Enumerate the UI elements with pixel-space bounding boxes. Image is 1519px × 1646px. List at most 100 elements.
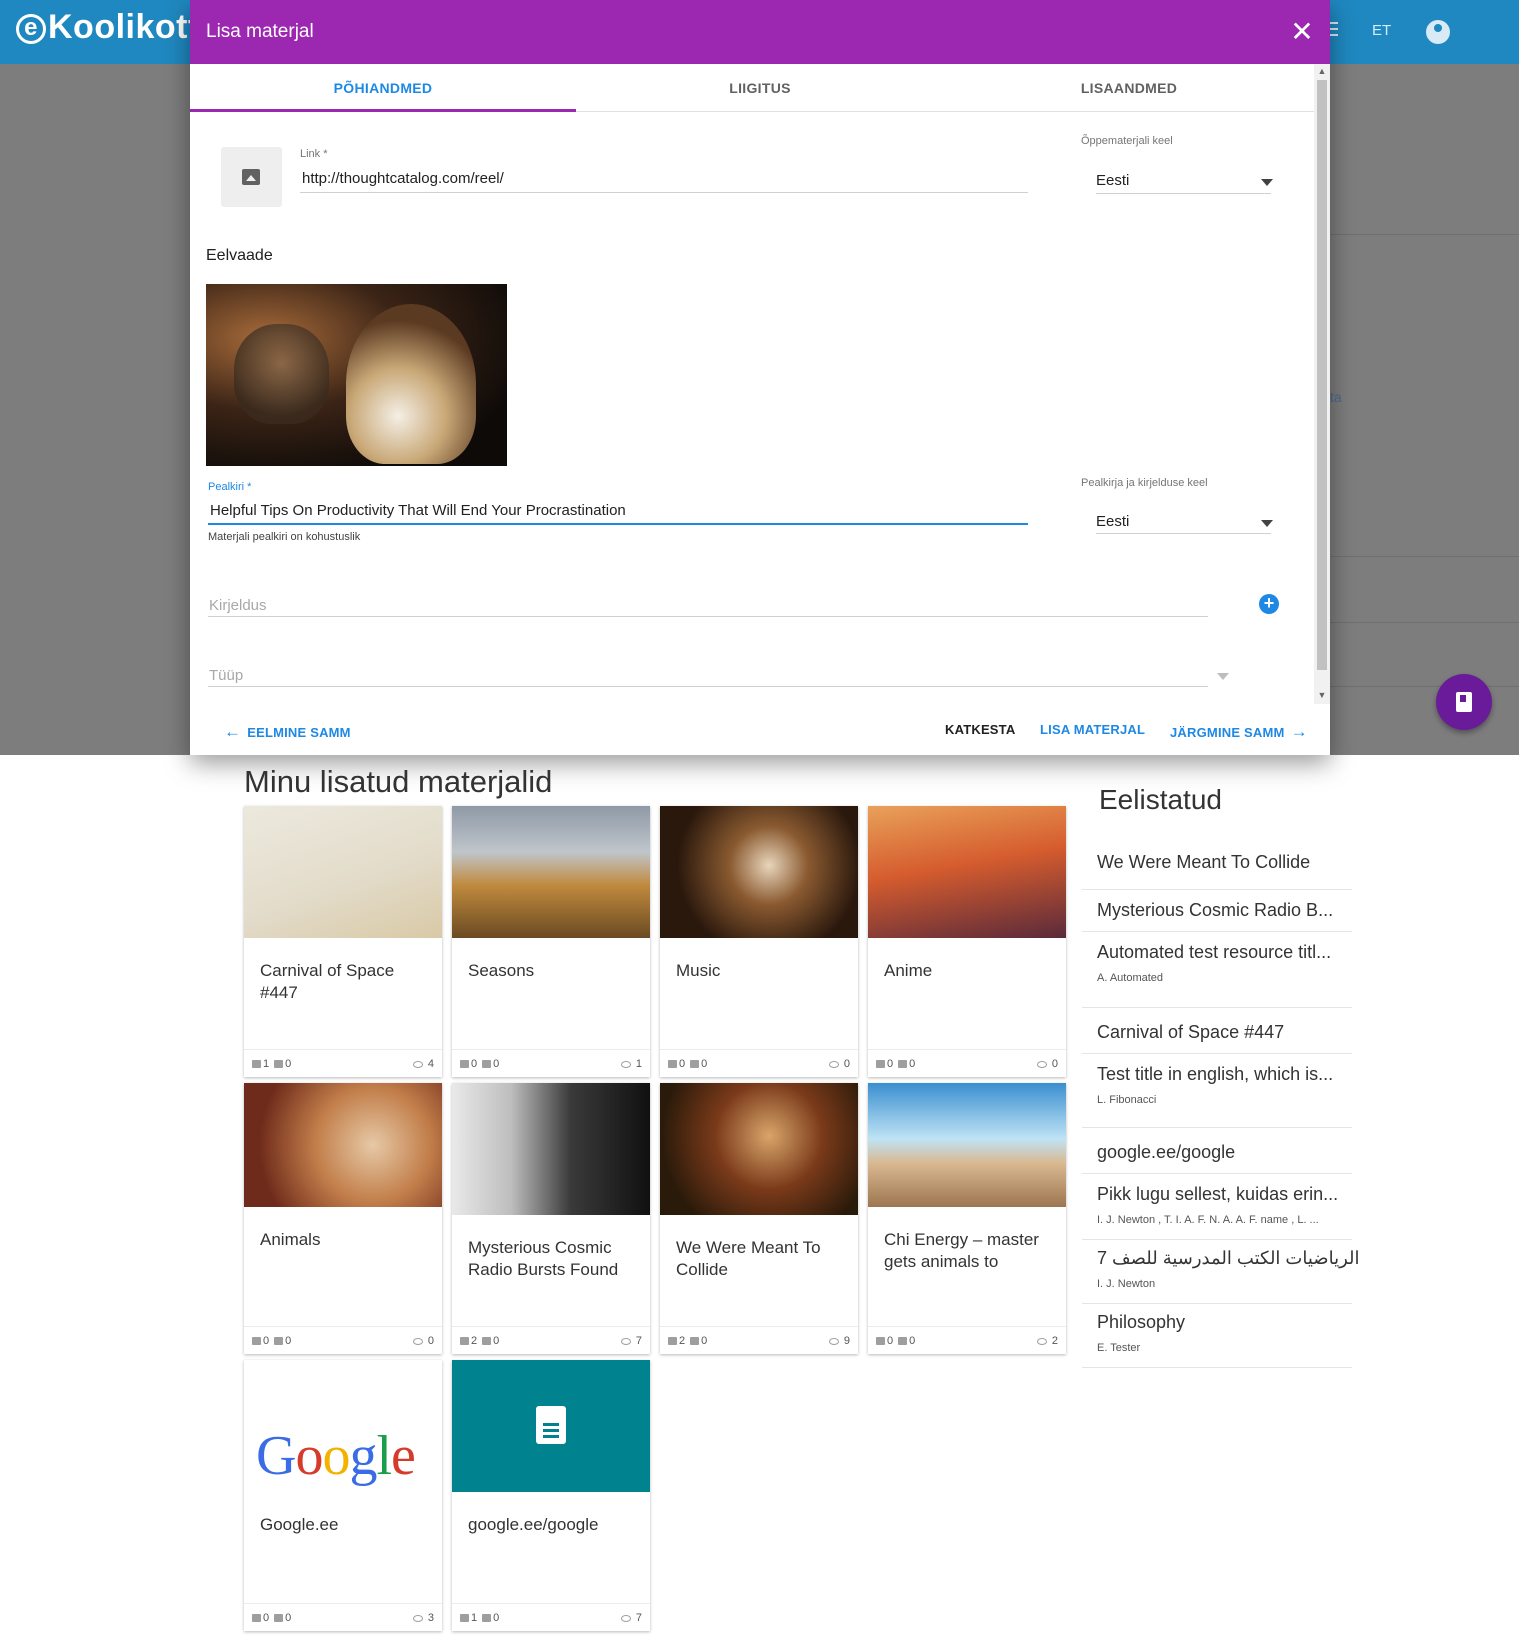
scroll-thumb[interactable] (1317, 80, 1327, 670)
thumb-down-icon[interactable] (274, 1060, 284, 1068)
material-language-select[interactable]: Eesti (1096, 172, 1129, 189)
dropdown-arrow-icon[interactable] (1261, 520, 1273, 527)
thumb-up-icon[interactable] (460, 1337, 469, 1345)
eye-icon (620, 1061, 631, 1068)
close-icon[interactable]: ✕ (1286, 16, 1318, 48)
add-circle-icon[interactable]: + (1259, 594, 1279, 614)
title-language-label: Pealkirja ja kirjelduse keel (1081, 477, 1208, 489)
add-material-fab[interactable] (1436, 674, 1492, 730)
card-thumbnail (660, 806, 858, 938)
thumb-down-icon[interactable] (482, 1060, 492, 1068)
thumb-down-icon[interactable] (482, 1614, 492, 1622)
view-count: 0 (1051, 1058, 1058, 1070)
card-title[interactable]: Music (676, 960, 846, 982)
thumb-down-icon[interactable] (898, 1060, 908, 1068)
thumb-down-icon[interactable] (274, 1614, 284, 1622)
favorite-item[interactable]: Pikk lugu sellest, kuidas erin... I. J. N… (1082, 1180, 1352, 1240)
eye-icon (1036, 1061, 1047, 1068)
add-material-button[interactable]: LISA MATERJAL (1040, 722, 1145, 737)
tab-liigitus[interactable]: LIIGITUS (576, 64, 944, 112)
favorite-item[interactable]: Philosophy E. Tester (1082, 1308, 1352, 1368)
book-icon (1456, 692, 1472, 712)
card-title[interactable]: Mysterious Cosmic Radio Bursts Found (468, 1237, 638, 1281)
thumb-down-icon[interactable] (482, 1337, 492, 1345)
favorite-title: Test title in english, which is... (1097, 1064, 1334, 1084)
thumb-down-icon[interactable] (690, 1337, 700, 1345)
title-language-select[interactable]: Eesti (1096, 513, 1129, 530)
view-count: 4 (427, 1058, 434, 1070)
card-footer: 0 0 0 (868, 1049, 1066, 1077)
dialog-scrollbar[interactable]: ▲ ▼ (1314, 64, 1330, 704)
thumb-up-icon[interactable] (252, 1060, 261, 1068)
card-footer: 0 0 1 (452, 1049, 650, 1077)
material-card[interactable]: google.ee/google 1 0 7 (452, 1360, 650, 1631)
view-count: 1 (635, 1058, 642, 1070)
thumb-down-icon[interactable] (690, 1060, 700, 1068)
language-selector[interactable]: ET (1372, 22, 1391, 39)
thumb-down-icon[interactable] (898, 1337, 908, 1345)
description-input[interactable]: Kirjeldus (209, 597, 267, 614)
favorite-item[interactable]: We Were Meant To Collide (1082, 838, 1352, 890)
eye-icon (620, 1615, 631, 1622)
favorite-authors: L. Fibonacci (1097, 1094, 1157, 1106)
card-title[interactable]: Anime (884, 960, 1054, 982)
scroll-up-icon[interactable]: ▲ (1317, 66, 1327, 76)
thumb-up-icon[interactable] (668, 1337, 677, 1345)
next-step-button[interactable]: JÄRGMINE SAMM → (1170, 722, 1308, 742)
thumb-up-icon[interactable] (668, 1060, 677, 1068)
account-icon[interactable] (1426, 20, 1450, 44)
favorite-item[interactable]: الرياضيات الكتب المدرسية للصف 7 I. J. New… (1082, 1244, 1360, 1304)
thumb-down-icon[interactable] (274, 1337, 284, 1345)
next-step-label: JÄRGMINE SAMM (1170, 725, 1285, 740)
cancel-button[interactable]: KATKESTA (945, 722, 1015, 737)
favorite-title: Carnival of Space #447 (1097, 1022, 1285, 1042)
card-title[interactable]: Seasons (468, 960, 638, 982)
thumb-up-icon[interactable] (876, 1060, 885, 1068)
material-card[interactable]: Chi Energy – master gets animals to 0 0 2 (868, 1083, 1066, 1354)
card-title[interactable]: We Were Meant To Collide (676, 1237, 846, 1281)
favorite-item[interactable]: google.ee/google (1082, 1138, 1352, 1174)
tab-indicator (190, 109, 576, 112)
arrow-forward-icon: → (1290, 722, 1308, 741)
dropdown-arrow-icon[interactable] (1261, 179, 1273, 186)
material-card[interactable]: Animals 0 0 0 (244, 1083, 442, 1354)
dropdown-arrow-icon[interactable] (1217, 673, 1229, 680)
material-card[interactable]: We Were Meant To Collide 2 0 9 (660, 1083, 858, 1354)
favorite-item[interactable]: Carnival of Space #447 (1082, 1018, 1352, 1054)
favorite-item[interactable]: Test title in english, which is... L. Fib… (1082, 1060, 1352, 1128)
card-title[interactable]: Carnival of Space #447 (260, 960, 430, 1004)
thumb-up-icon[interactable] (876, 1337, 885, 1345)
material-card[interactable]: Anime 0 0 0 (868, 806, 1066, 1077)
dislike-count: 0 (909, 1335, 916, 1347)
material-card[interactable]: Music 0 0 0 (660, 806, 858, 1077)
thumb-up-icon[interactable] (460, 1614, 469, 1622)
scroll-down-icon[interactable]: ▼ (1317, 690, 1327, 700)
previous-step-button[interactable]: ← EELMINE SAMM (224, 722, 351, 742)
tab-lisaandmed[interactable]: LISAANDMED (944, 64, 1314, 112)
type-underline (208, 686, 1208, 687)
material-card[interactable]: Google Google.ee 0 0 3 (244, 1360, 442, 1631)
thumbnail-picker[interactable] (221, 147, 282, 207)
view-count: 2 (1051, 1335, 1058, 1347)
card-title[interactable]: Google.ee (260, 1514, 430, 1536)
dislike-count: 0 (701, 1335, 708, 1347)
title-input[interactable]: Helpful Tips On Productivity That Will E… (210, 502, 626, 519)
material-card[interactable]: Mysterious Cosmic Radio Bursts Found 2 0 7 (452, 1083, 650, 1354)
material-card[interactable]: Seasons 0 0 1 (452, 806, 650, 1077)
select-underline (1096, 533, 1271, 534)
thumb-up-icon[interactable] (460, 1060, 469, 1068)
thumb-up-icon[interactable] (252, 1614, 261, 1622)
card-title[interactable]: google.ee/google (468, 1514, 638, 1536)
thumb-up-icon[interactable] (252, 1337, 261, 1345)
card-title[interactable]: Animals (260, 1229, 430, 1251)
koolikott-logo[interactable]: e Koolikott (16, 8, 200, 47)
link-input[interactable]: http://thoughtcatalog.com/reel/ (302, 170, 504, 187)
favorite-item[interactable]: Mysterious Cosmic Radio B... (1082, 896, 1352, 932)
material-card[interactable]: Carnival of Space #447 1 0 4 (244, 806, 442, 1077)
eye-icon (412, 1338, 423, 1345)
favorite-item[interactable]: Automated test resource titl... A. Automa… (1082, 938, 1352, 1008)
type-select[interactable]: Tüüp (209, 667, 243, 684)
card-title[interactable]: Chi Energy – master gets animals to (884, 1229, 1054, 1273)
favorite-title: We Were Meant To Collide (1097, 852, 1311, 872)
tab-pohiandmed[interactable]: PÕHIANDMED (190, 64, 576, 112)
